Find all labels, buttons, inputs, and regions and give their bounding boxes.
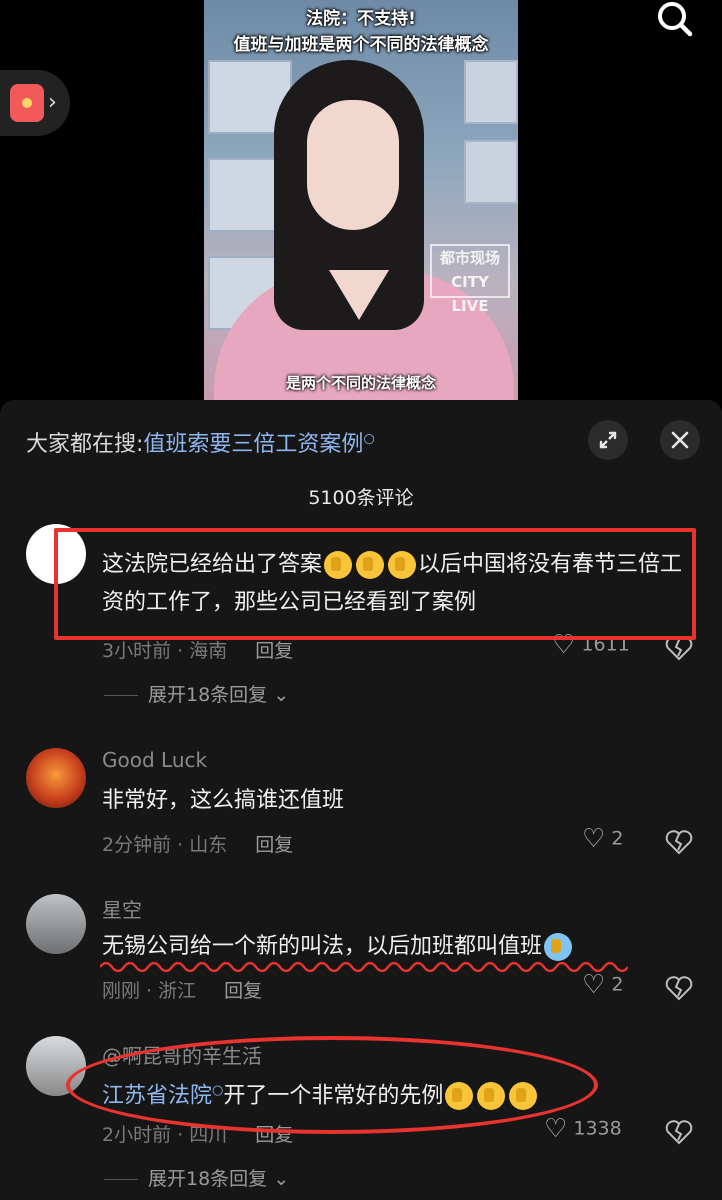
red-packet-icon: [10, 84, 44, 122]
video-player[interactable]: 都市现场 CITY LIVE 法院：不支持! 值班与加班是两个不同的法律概念 是…: [204, 0, 518, 400]
hot-search-query[interactable]: 值班索要三倍工资案例: [143, 432, 363, 457]
video-subtitle: 是两个不同的法律概念: [285, 374, 436, 392]
comment-count: 5100条评论: [308, 487, 414, 509]
hot-search-prefix: 大家都在搜:: [26, 432, 144, 457]
comment-text: 无锡公司给一个新的叫法，以后加班都叫值班: [102, 928, 692, 966]
reply-button[interactable]: 回复: [255, 640, 293, 662]
comment-text: 非常好，这么搞谁还值班: [102, 788, 345, 813]
heart-icon: ♡: [582, 970, 606, 1000]
close-icon[interactable]: [660, 420, 700, 460]
comment-meta: 3小时前 · 海南 回复: [102, 640, 294, 662]
hot-search-bar[interactable]: 大家都在搜:值班索要三倍工资案例○: [26, 426, 375, 458]
heart-icon: ♡: [544, 1114, 568, 1144]
reply-button[interactable]: 回复: [255, 834, 293, 856]
like-button[interactable]: ♡ 2: [582, 970, 623, 1000]
comment-author[interactable]: Good Luck: [102, 748, 207, 772]
wavy-underline: [100, 962, 628, 972]
dislike-icon[interactable]: [664, 1116, 694, 1146]
comment-author[interactable]: 星空: [102, 894, 142, 923]
presenter-face: [307, 100, 399, 230]
like-button[interactable]: ♡ 2: [582, 824, 623, 854]
avatar[interactable]: [26, 748, 86, 808]
laugh-cry-icon: [544, 933, 573, 961]
comment-panel: 大家都在搜:值班索要三倍工资案例○ 5100条评论 这法院已经给出了答案 以后中国…: [0, 400, 722, 1200]
annotation-box: [54, 528, 696, 640]
avatar[interactable]: [26, 894, 86, 954]
dislike-icon[interactable]: [664, 972, 694, 1002]
annotation-ellipse: [66, 1036, 598, 1134]
video-caption-subtitle: 值班与加班是两个不同的法律概念: [233, 35, 489, 55]
video-caption-title: 法院：不支持!: [306, 9, 416, 29]
comment-meta: 刚刚 · 浙江 回复: [102, 980, 263, 1002]
comment-meta: 2分钟前 · 山东 回复: [102, 834, 294, 856]
expand-replies-button[interactable]: 展开18条回复 ⌄: [104, 1164, 289, 1191]
expand-icon[interactable]: [588, 420, 628, 460]
heart-icon: ♡: [582, 824, 606, 854]
search-icon[interactable]: [652, 0, 698, 40]
channel-watermark: 都市现场 CITY LIVE: [430, 244, 510, 315]
red-packet-entry[interactable]: ›: [0, 70, 70, 136]
dislike-icon[interactable]: [664, 826, 694, 856]
search-small-icon: ○: [363, 431, 375, 447]
reply-button[interactable]: 回复: [224, 980, 262, 1002]
expand-replies-button[interactable]: 展开18条回复 ⌄: [104, 680, 289, 707]
like-button[interactable]: ♡ 1338: [544, 1114, 622, 1144]
chevron-right-icon: ›: [48, 90, 57, 115]
